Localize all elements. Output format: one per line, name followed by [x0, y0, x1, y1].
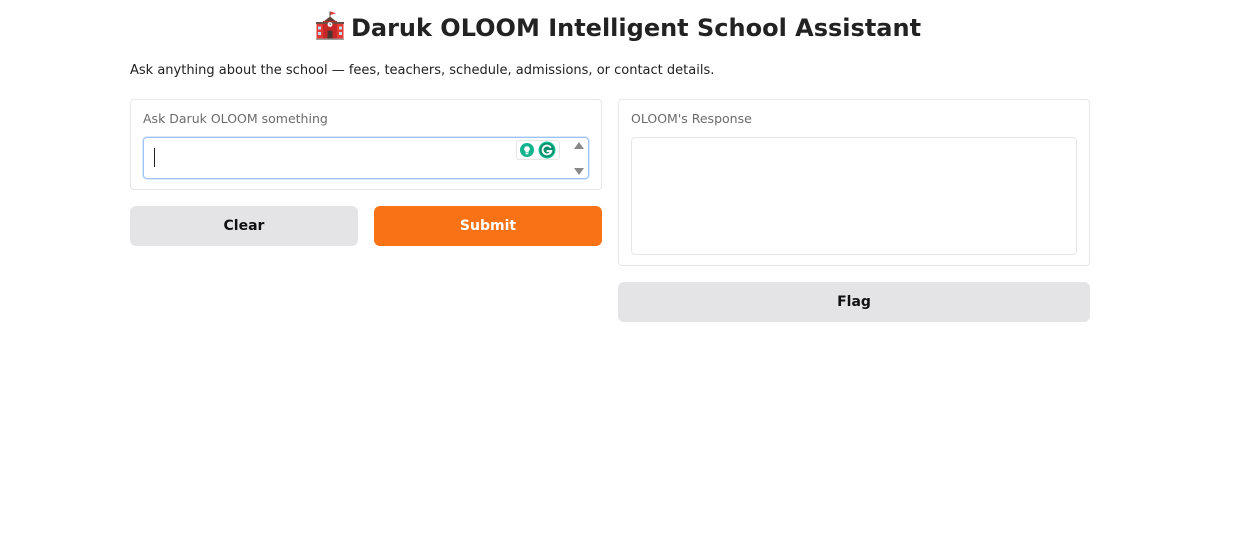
page-header: Daruk OLOOM Intelligent School Assistant [0, 10, 1236, 45]
response-label: OLOOM's Response [631, 111, 752, 126]
extension-icons [516, 140, 560, 160]
question-label: Ask Daruk OLOOM something [143, 111, 328, 126]
text-caret [154, 148, 155, 167]
response-output [631, 137, 1077, 255]
lightbulb-icon[interactable] [519, 142, 535, 158]
grammarly-icon[interactable] [538, 141, 556, 159]
school-building-icon [315, 11, 344, 40]
flag-button[interactable]: Flag [618, 282, 1090, 322]
submit-button[interactable]: Submit [374, 206, 602, 246]
page-description: Ask anything about the school — fees, te… [130, 63, 715, 78]
clear-button[interactable]: Clear [130, 206, 358, 246]
scroll-up-arrow-icon [574, 142, 584, 149]
scroll-down-arrow-icon [574, 168, 584, 175]
response-panel: OLOOM's Response [618, 99, 1090, 266]
textbox-scrollbar[interactable] [573, 140, 585, 176]
question-panel: Ask Daruk OLOOM something [130, 99, 602, 190]
page-title: Daruk OLOOM Intelligent School Assistant [350, 14, 922, 42]
